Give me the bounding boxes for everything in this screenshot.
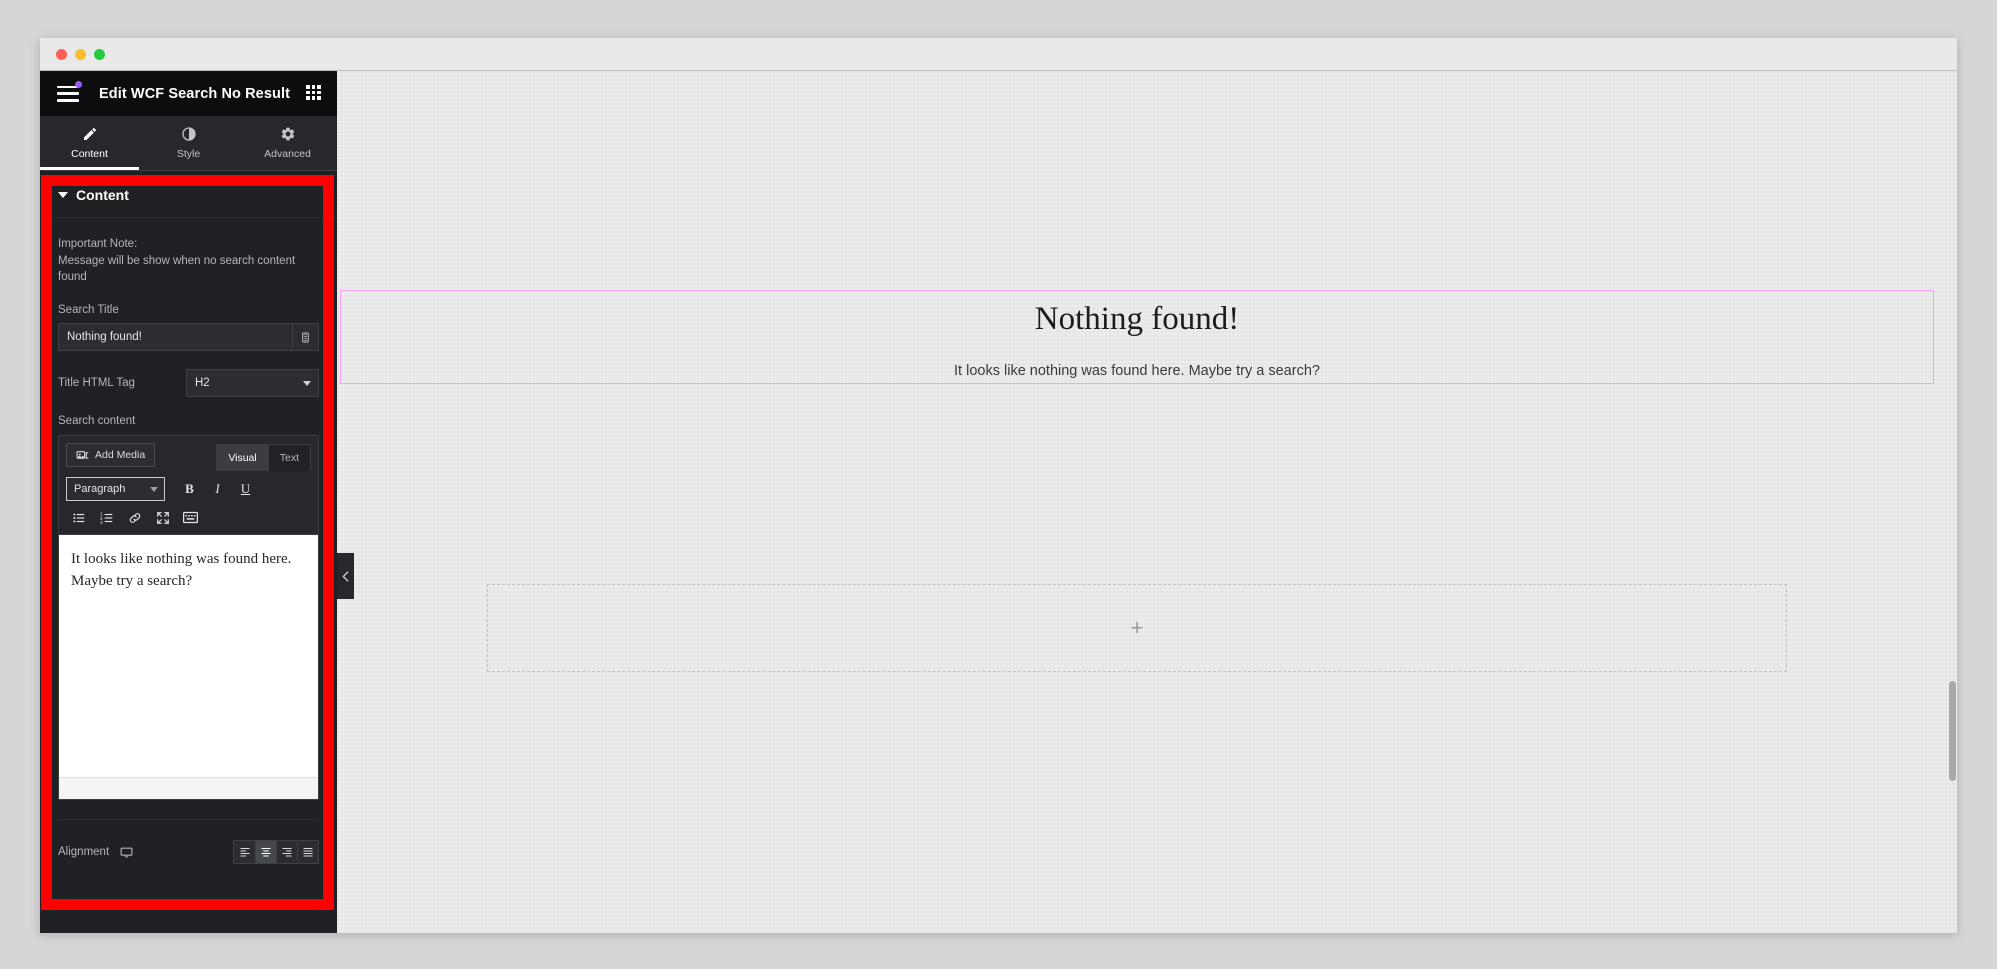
add-media-label: Add Media <box>95 449 146 462</box>
align-center-button[interactable] <box>255 841 276 864</box>
preview-canvas[interactable]: Nothing found! It looks like nothing was… <box>337 71 1957 933</box>
editor-statusbar <box>59 777 318 800</box>
tab-content[interactable]: Content <box>40 116 139 170</box>
plus-icon[interactable]: + <box>1131 617 1144 639</box>
link-icon <box>129 512 140 523</box>
tab-style[interactable]: Style <box>139 116 238 170</box>
panel-collapse-handle[interactable] <box>337 553 354 599</box>
search-title-label: Search Title <box>58 304 119 317</box>
svg-text:3: 3 <box>100 519 103 524</box>
alignment-label: Alignment <box>58 846 110 859</box>
add-media-icon <box>76 450 89 459</box>
align-justify-button[interactable] <box>297 841 318 864</box>
alignment-buttons <box>233 840 319 865</box>
widget-dropzone[interactable]: + <box>487 584 1787 672</box>
editor-tab-visual[interactable]: Visual <box>216 444 269 472</box>
window-titlebar <box>40 38 1957 71</box>
content-section-header[interactable]: Content <box>40 171 337 218</box>
preview-subtext[interactable]: It looks like nothing was found here. Ma… <box>341 363 1933 379</box>
numbered-list-button[interactable]: 1 2 3 <box>94 506 119 529</box>
chevron-left-icon <box>342 570 349 582</box>
elementor-panel: Edit WCF Search No Result Content Style … <box>40 71 337 933</box>
search-content-label: Search content <box>58 415 136 428</box>
add-media-button[interactable]: Add Media <box>66 443 156 468</box>
align-right-button[interactable] <box>276 841 297 864</box>
notification-badge-icon <box>75 80 82 88</box>
panel-body: Content Important Note: Message will be … <box>40 171 337 933</box>
gear-icon <box>281 127 294 141</box>
toolbar-toggle-button[interactable] <box>178 506 203 529</box>
preview-heading[interactable]: Nothing found! <box>341 301 1933 338</box>
fullscreen-icon <box>156 511 169 524</box>
editor-content-area[interactable]: It looks like nothing was found here. Ma… <box>58 535 319 801</box>
align-center-icon <box>261 848 271 857</box>
keyboard-toolbar-icon <box>183 511 198 524</box>
screen-root: Edit WCF Search No Result Content Style … <box>0 0 1997 969</box>
title-html-tag-select-wrap: H2 <box>186 369 319 398</box>
pencil-icon <box>83 127 96 140</box>
close-window-button[interactable] <box>56 48 67 60</box>
underline-button[interactable]: U <box>233 478 258 501</box>
alignment-label-group: Alignment <box>58 846 133 859</box>
title-html-tag-row: Title HTML Tag H2 <box>40 351 337 398</box>
caret-down-icon <box>58 192 68 198</box>
tab-content-label: Content <box>71 148 108 160</box>
editor-tab-text[interactable]: Text <box>268 444 311 472</box>
search-title-input[interactable] <box>58 323 293 352</box>
wp-editor: Add Media Visual Text Paragraph B I U 1 … <box>58 435 319 801</box>
italic-button[interactable]: I <box>205 478 230 501</box>
editor-toolbar: Paragraph B I U 1 2 3 <box>58 471 319 536</box>
bullet-list-button[interactable] <box>66 506 91 529</box>
maximize-window-button[interactable] <box>94 48 105 60</box>
canvas-scrollbar-thumb[interactable] <box>1949 681 1956 781</box>
highlighted-section[interactable]: Nothing found! It looks like nothing was… <box>340 290 1934 384</box>
align-left-button[interactable] <box>234 841 255 864</box>
panel-header: Edit WCF Search No Result <box>40 71 337 116</box>
important-note-wrapper: Important Note: Message will be show whe… <box>40 218 337 352</box>
editor-top-bar: Add Media Visual Text <box>58 435 319 472</box>
content-section-title: Content <box>76 187 129 203</box>
editor-mode-tabs: Visual Text <box>216 444 311 472</box>
align-right-icon <box>282 848 292 857</box>
tab-advanced-label: Advanced <box>264 148 311 160</box>
canvas-scrollbar[interactable] <box>1948 71 1957 933</box>
paragraph-format-select-wrap: Paragraph <box>66 477 165 502</box>
bold-button[interactable]: B <box>177 478 202 501</box>
tab-advanced[interactable]: Advanced <box>238 116 337 170</box>
hamburger-icon[interactable] <box>57 80 82 102</box>
editor-toolbar-row-2: 1 2 3 <box>66 506 311 529</box>
search-title-row <box>58 323 319 352</box>
ordered-list-icon: 1 2 3 <box>100 511 112 524</box>
grid-apps-icon[interactable] <box>306 85 321 100</box>
page-title: Edit WCF Search No Result <box>99 85 291 102</box>
contrast-circle-icon <box>181 127 196 141</box>
unordered-list-icon <box>72 513 84 523</box>
important-note: Important Note: Message will be show whe… <box>58 238 296 284</box>
fullscreen-button[interactable] <box>150 506 175 529</box>
desktop-icon[interactable] <box>120 846 133 859</box>
editor-toolbar-row-1: Paragraph B I U <box>66 477 311 502</box>
search-content-wrapper: Search content <box>40 415 337 427</box>
paragraph-format-select[interactable]: Paragraph <box>66 477 165 502</box>
minimize-window-button[interactable] <box>75 48 86 60</box>
editor-body-text[interactable]: It looks like nothing was found here. Ma… <box>59 535 318 607</box>
align-justify-icon <box>303 848 313 857</box>
title-html-tag-label: Title HTML Tag <box>58 377 135 390</box>
title-html-tag-select[interactable]: H2 <box>186 369 319 398</box>
panel-tabs: Content Style Advanced <box>40 116 337 171</box>
browser-window: Edit WCF Search No Result Content Style … <box>40 38 1957 933</box>
alignment-row: Alignment <box>58 819 319 865</box>
insert-link-button[interactable] <box>122 506 147 529</box>
align-left-icon <box>240 848 249 857</box>
dynamic-tags-icon[interactable] <box>293 323 319 352</box>
tab-style-label: Style <box>176 148 201 160</box>
